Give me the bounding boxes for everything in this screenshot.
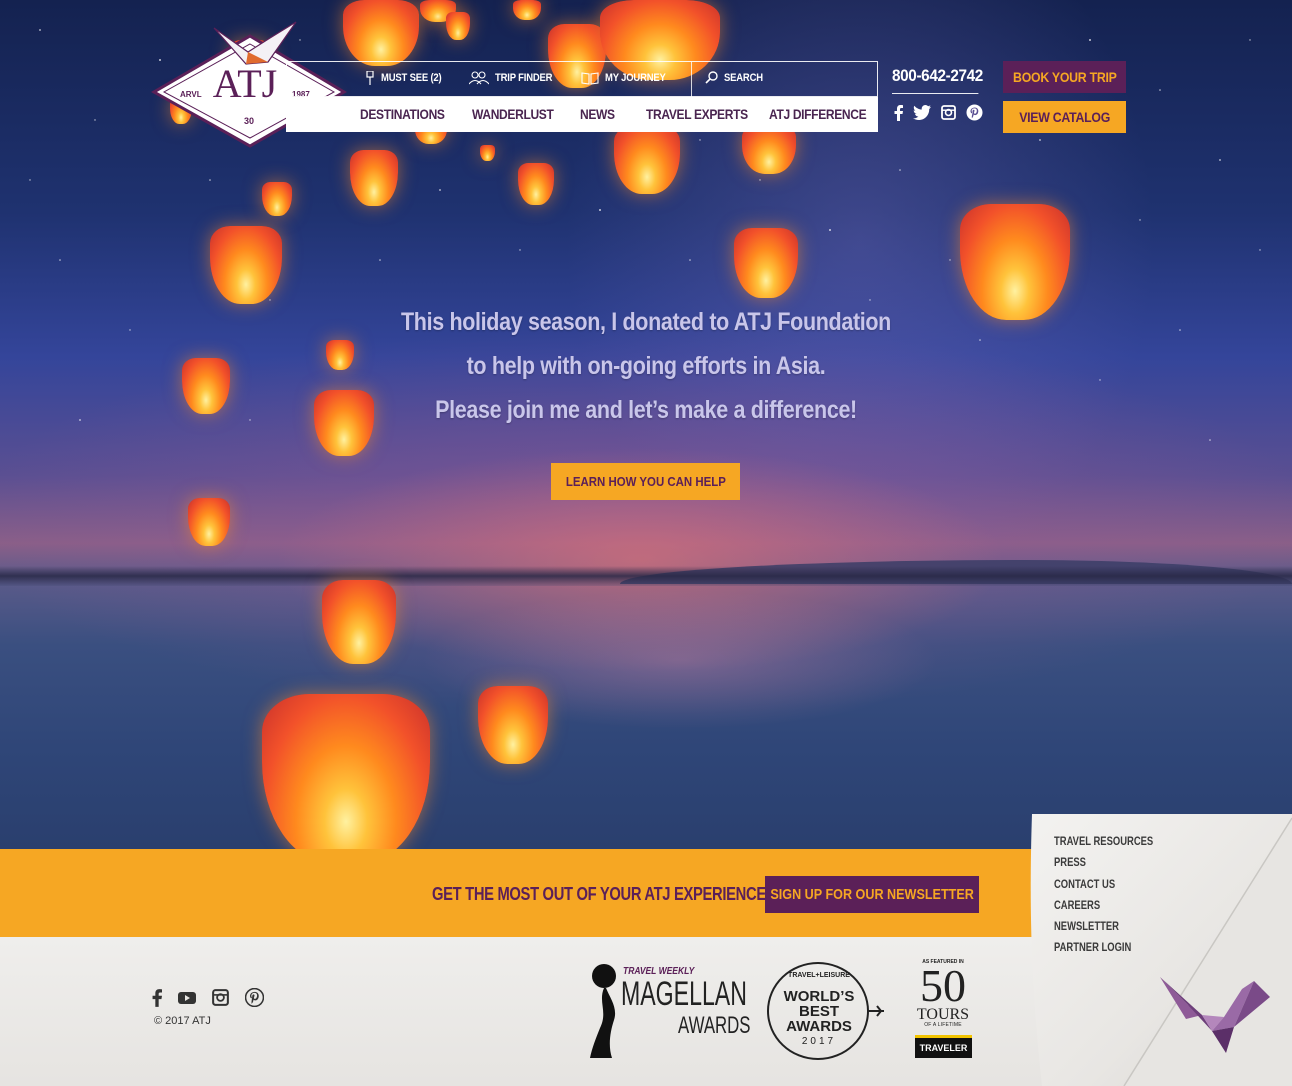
newsletter-signup-button[interactable]: SIGN UP FOR OUR NEWSLETTER: [765, 876, 979, 913]
nat-geo-traveler-text: TRAVELER: [919, 1043, 968, 1053]
phone-number[interactable]: 800-642-2742: [892, 66, 983, 94]
lantern: [614, 126, 680, 194]
pinterest-icon[interactable]: [966, 104, 983, 126]
main-nav: DESTINATIONS WANDERLUST NEWS TRAVEL EXPE…: [286, 97, 878, 132]
utility-divider: [691, 62, 692, 97]
magellan-award-sub: AWARDS: [678, 1012, 751, 1039]
instagram-icon[interactable]: [941, 105, 956, 125]
hero-line-3: Please join me and let’s make a differen…: [435, 396, 857, 424]
ng-fifty: 50: [920, 960, 966, 1011]
lantern: [480, 145, 495, 161]
view-catalog-label: VIEW CATALOG: [1019, 109, 1110, 125]
my-journey-label: MY JOURNEY: [605, 72, 666, 84]
magellan-globe-figure: [590, 964, 616, 1058]
instagram-icon[interactable]: [212, 989, 229, 1011]
ng-lifetime: OF A LIFETIME: [924, 1022, 962, 1028]
footer-link-contact-us[interactable]: CONTACT US: [1054, 878, 1153, 899]
lantern: [960, 204, 1070, 320]
lantern: [343, 0, 419, 66]
nav-destinations[interactable]: DESTINATIONS: [360, 106, 445, 122]
hero-line-1: This holiday season, I donated to ATJ Fo…: [401, 308, 891, 336]
lantern: [262, 694, 430, 849]
my-journey-link[interactable]: MY JOURNEY: [581, 71, 676, 85]
lantern: [188, 498, 230, 546]
newsletter-signup-label: SIGN UP FOR OUR NEWSLETTER: [770, 886, 974, 903]
footer-social-links: [152, 987, 265, 1012]
logo-text: ATJ: [212, 61, 278, 106]
lantern: [322, 580, 396, 664]
lantern: [262, 182, 292, 216]
hero-message: This holiday season, I donated to ATJ Fo…: [346, 300, 946, 432]
lantern: [734, 228, 798, 298]
trip-finder-link[interactable]: TRIP FINDER: [469, 71, 562, 85]
facebook-icon[interactable]: [894, 104, 903, 126]
book-your-trip-label: BOOK YOUR TRIP: [1012, 69, 1117, 85]
footer-link-press[interactable]: PRESS: [1054, 856, 1153, 877]
nav-atj-difference[interactable]: ATJ DIFFERENCE: [769, 106, 867, 122]
newsletter-promo-text: GET THE MOST OUT OF YOUR ATJ EXPERIENCE: [432, 884, 766, 904]
nav-wanderlust[interactable]: WANDERLUST: [472, 106, 554, 122]
worlds-best-top: TRAVEL+LEISURE: [788, 972, 850, 979]
lantern: [742, 126, 796, 174]
copyright: © 2017 ATJ: [154, 1015, 211, 1027]
horizon: [0, 566, 1292, 586]
worlds-best-line2: BEST: [798, 1003, 839, 1020]
pin-icon: [366, 71, 374, 85]
worlds-best-line3: AWARDS: [786, 1018, 852, 1035]
search-placeholder: SEARCH: [724, 71, 763, 84]
view-catalog-button[interactable]: VIEW CATALOG: [1003, 101, 1126, 133]
pinterest-icon[interactable]: [244, 987, 265, 1012]
footer-link-newsletter[interactable]: NEWSLETTER: [1054, 920, 1153, 941]
learn-how-label: LEARN HOW YOU CAN HELP: [565, 474, 726, 489]
lantern: [478, 686, 548, 764]
logo-badge: 30: [243, 116, 254, 126]
lantern: [446, 12, 470, 40]
must-see-label: MUST SEE (2): [381, 72, 442, 84]
book-icon: [581, 72, 599, 85]
twitter-icon[interactable]: [913, 105, 931, 125]
nav-news[interactable]: NEWS: [580, 106, 615, 122]
book-your-trip-button[interactable]: BOOK YOUR TRIP: [1003, 61, 1126, 93]
facebook-icon[interactable]: [152, 988, 162, 1012]
logo-left-text: ARVL: [180, 90, 202, 99]
search-icon: [705, 71, 718, 84]
utility-bar: MUST SEE (2) TRIP FINDER MY JOURNEY SEAR…: [286, 61, 878, 97]
learn-how-you-can-help-button[interactable]: LEARN HOW YOU CAN HELP: [551, 463, 740, 500]
lantern: [350, 150, 398, 206]
magellan-award-title: MAGELLAN: [621, 975, 747, 1013]
worlds-best-line1: WORLD’S: [783, 988, 855, 1005]
origami-crane-icon: [1160, 977, 1270, 1053]
nav-travel-experts[interactable]: TRAVEL EXPERTS: [646, 106, 748, 122]
lantern: [518, 163, 554, 205]
must-see-link[interactable]: MUST SEE (2): [365, 71, 451, 85]
trip-finder-label: TRIP FINDER: [495, 72, 553, 84]
hero-line-2: to help with on-going efforts in Asia.: [466, 352, 826, 380]
lantern: [182, 358, 230, 414]
footer-links: TRAVEL RESOURCES PRESS CONTACT US CAREER…: [1054, 835, 1175, 963]
people-icon: [469, 71, 489, 85]
footer-link-travel-resources[interactable]: TRAVEL RESOURCES: [1054, 835, 1153, 856]
footer-link-careers[interactable]: CAREERS: [1054, 899, 1153, 920]
worlds-best-year: 2017: [801, 1036, 837, 1047]
lantern: [210, 226, 282, 304]
youtube-icon[interactable]: [178, 991, 196, 1010]
header-social-links: [894, 104, 983, 126]
lantern: [513, 0, 541, 20]
footer-link-partner-login[interactable]: PARTNER LOGIN: [1054, 941, 1153, 962]
search-field[interactable]: SEARCH: [705, 71, 769, 84]
